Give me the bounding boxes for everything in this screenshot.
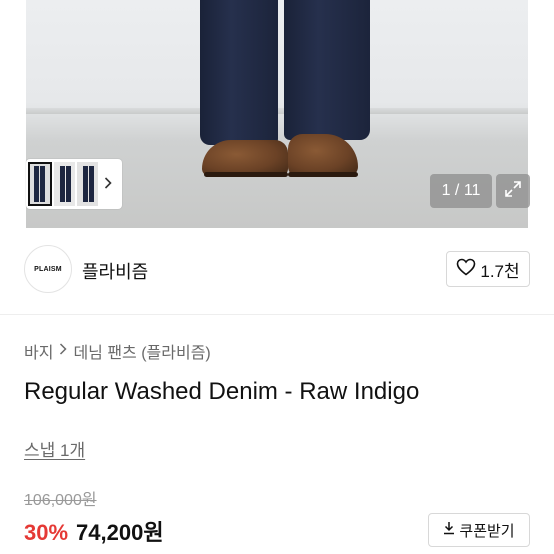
photo-left-shoe (202, 140, 288, 176)
photo-right-leg (284, 0, 370, 140)
chevron-right-icon[interactable] (104, 176, 112, 192)
thumbnail-2[interactable] (54, 162, 75, 206)
coupon-button[interactable]: 쿠폰받기 (428, 513, 530, 547)
photo-right-shoe (288, 134, 358, 176)
seller-row: PLAISM 플라비즘 1.7천 (0, 242, 554, 298)
divider (0, 314, 554, 315)
chevron-right-icon (59, 342, 68, 360)
photo-right-sole (288, 172, 358, 177)
coupon-label: 쿠폰받기 (459, 522, 515, 540)
breadcrumb: 바지 데님 팬츠 (플라비즘) (24, 339, 211, 363)
seller-logo[interactable]: PLAISM (24, 245, 72, 293)
sale-price: 74,200원 (76, 520, 164, 545)
product-image-gallery[interactable]: 1 / 11 (0, 0, 554, 228)
photo-left-sole (204, 172, 288, 177)
thumbnail-1[interactable] (28, 162, 52, 206)
expand-icon (504, 180, 522, 203)
thumbnail-3[interactable] (77, 162, 98, 206)
snap-link[interactable]: 스냅 1개 (24, 436, 85, 461)
discount-rate: 30% (24, 520, 69, 545)
expand-button[interactable] (496, 174, 530, 208)
like-count: 1.7천 (480, 261, 520, 281)
image-counter: 1 / 11 (430, 174, 492, 208)
like-button[interactable]: 1.7천 (446, 251, 530, 287)
download-icon (443, 521, 455, 539)
thumbnail-strip[interactable] (26, 159, 122, 209)
price-row: 30% 74,200원 (24, 515, 164, 547)
breadcrumb-subcategory[interactable]: 데님 팬츠 (플라비즘) (73, 339, 210, 363)
heart-icon (456, 258, 476, 281)
original-price: 106,000원 (24, 492, 97, 509)
breadcrumb-category[interactable]: 바지 (24, 339, 53, 363)
photo-left-leg (200, 0, 278, 145)
product-title: Regular Washed Denim - Raw Indigo (24, 378, 420, 405)
seller-name[interactable]: 플라비즘 (82, 258, 148, 284)
